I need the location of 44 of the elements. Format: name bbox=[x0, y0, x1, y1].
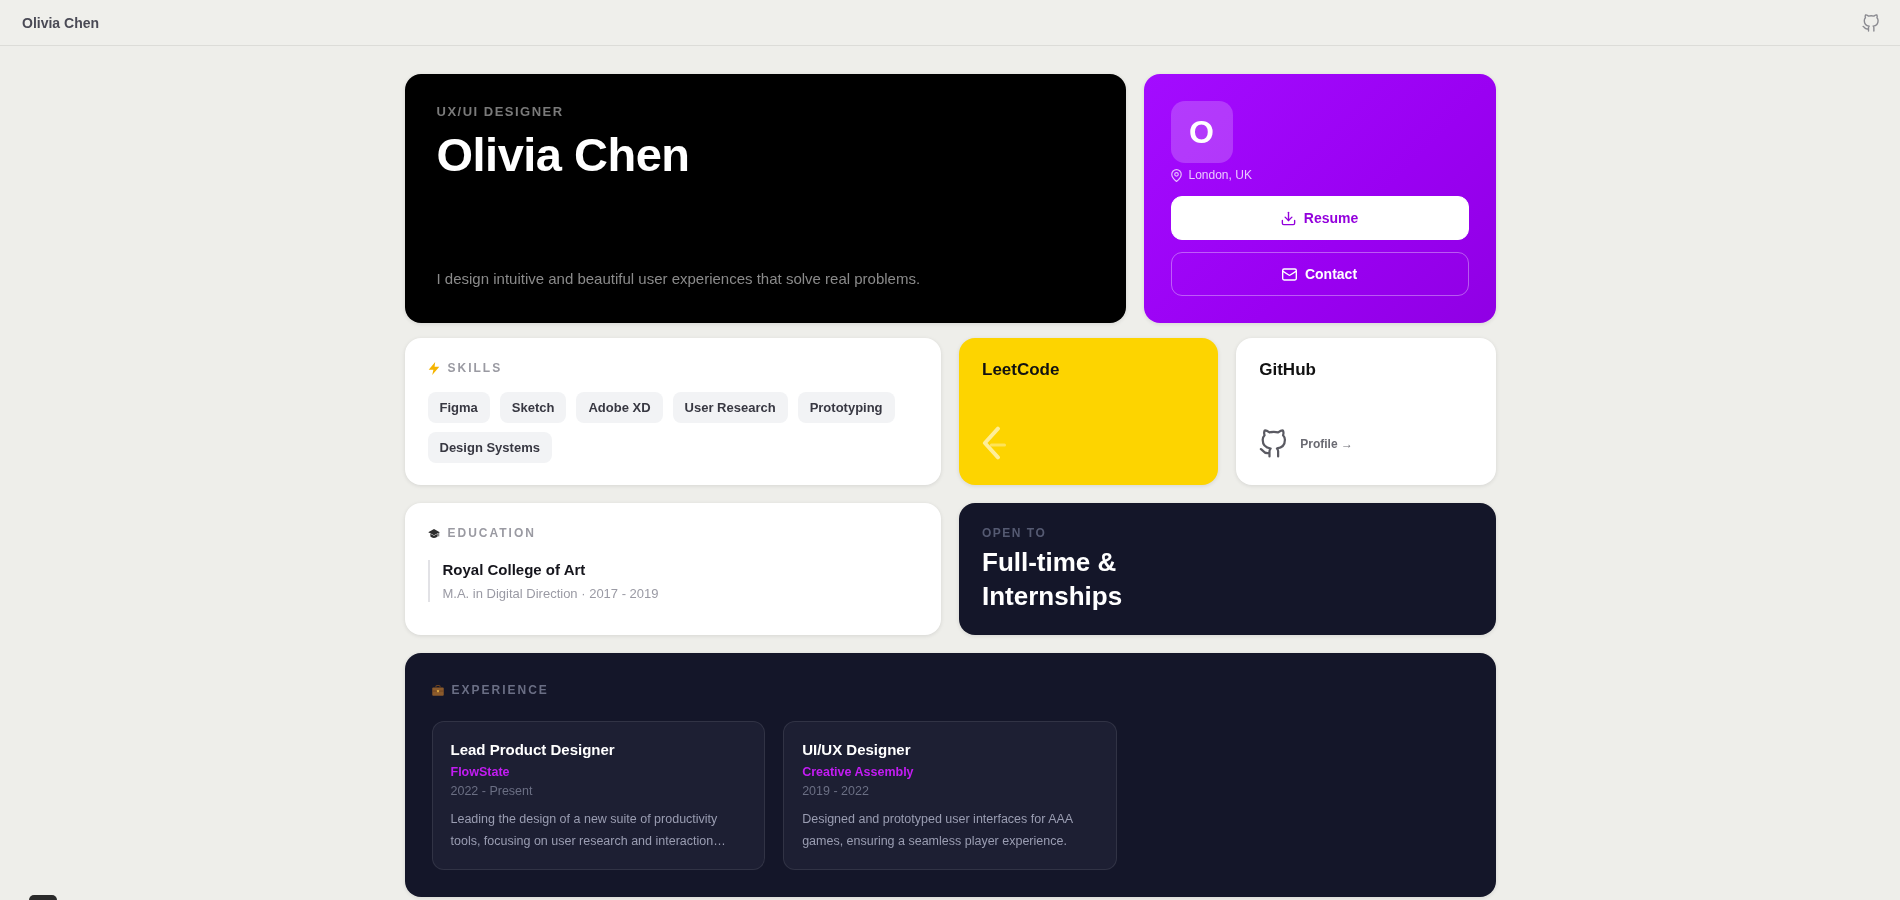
skill-tag: Figma bbox=[427, 392, 490, 423]
skill-tag: Design Systems bbox=[427, 432, 552, 463]
card-title: LeetCode bbox=[982, 360, 1060, 380]
skill-tag: Adobe XD bbox=[576, 392, 663, 423]
skill-tag: Sketch bbox=[499, 392, 567, 423]
chevron-logo-icon bbox=[982, 426, 1008, 460]
company-name: Creative Assembly bbox=[802, 764, 915, 781]
job-title: UI/UX Designer bbox=[802, 740, 912, 759]
section-heading: EDUCATION bbox=[447, 526, 536, 540]
briefcase-icon bbox=[431, 683, 444, 697]
availability-text: Full-time & Internships bbox=[982, 546, 1124, 613]
job-title: Lead Product Designer bbox=[450, 740, 616, 759]
graduation-cap-icon bbox=[427, 526, 440, 540]
availability-label: OPEN TO bbox=[982, 525, 1048, 541]
date-range: 2022 - Present bbox=[450, 783, 534, 800]
floating-button[interactable] bbox=[29, 895, 57, 900]
lightning-bolt-icon bbox=[427, 361, 440, 375]
job-description: Designed and prototyped user interfaces for AAA games, ensuring a seamless player experience. bbox=[802, 811, 1074, 850]
profile-link[interactable]: Profile → bbox=[1300, 436, 1353, 451]
date-range: 2019 - 2022 bbox=[802, 783, 870, 800]
job-description: Leading the design of a new suite of productivity tools, focusing on user research and interaction… bbox=[450, 811, 727, 850]
school-name: Royal College of Art bbox=[442, 560, 587, 580]
avatar-tile: O bbox=[1170, 101, 1233, 163]
section-heading: SKILLS bbox=[447, 361, 503, 375]
leetcode-card[interactable]: LeetCode bbox=[959, 338, 1219, 485]
tagline-text: I design intuitive and beautiful user experiences that solve real problems. bbox=[436, 269, 922, 289]
github-icon bbox=[1259, 427, 1289, 460]
card-title: GitHub bbox=[1259, 360, 1316, 380]
contact-button[interactable]: Contact bbox=[1170, 252, 1469, 296]
site-title[interactable]: Olivia Chen bbox=[22, 14, 100, 31]
download-icon bbox=[1280, 210, 1296, 226]
role-label: UX/UI DESIGNER bbox=[436, 104, 565, 120]
skill-tag: Prototyping bbox=[797, 392, 895, 423]
skill-tag: User Research bbox=[672, 392, 788, 423]
degree-text: M.A. in Digital Direction · 2017 - 2019 bbox=[442, 585, 660, 602]
section-heading: EXPERIENCE bbox=[451, 683, 549, 697]
resume-button[interactable]: Resume bbox=[1170, 196, 1469, 240]
company-name: FlowState bbox=[450, 764, 511, 781]
location-pin-icon bbox=[1170, 168, 1182, 182]
mail-icon bbox=[1281, 266, 1297, 282]
name-heading: Olivia Chen bbox=[436, 128, 691, 182]
github-icon[interactable] bbox=[1862, 13, 1880, 32]
location-text: London, UK bbox=[1188, 168, 1252, 182]
github-card[interactable]: GitHub Profile → bbox=[1236, 338, 1496, 485]
